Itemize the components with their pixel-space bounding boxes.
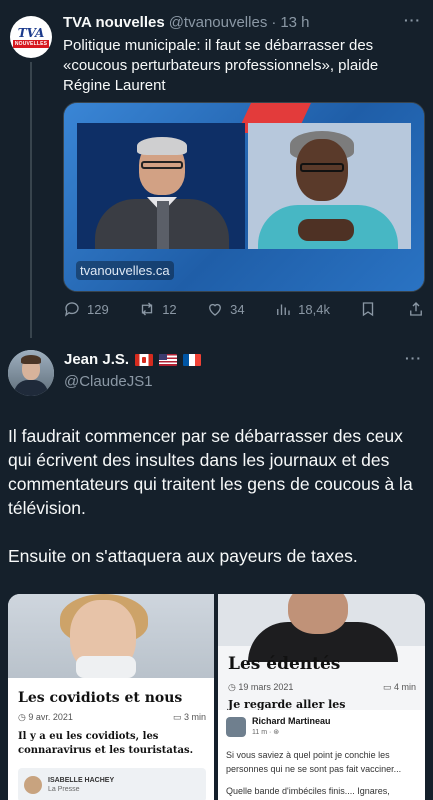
byline-avatar [24, 776, 42, 794]
parent-tweet-header: TVA nouvelles @tvanouvelles · 13 h [63, 14, 413, 31]
parent-timestamp[interactable]: 13 h [280, 14, 309, 31]
reply-button[interactable]: 129 [63, 300, 109, 318]
post-text-paragraph-1: Si vous saviez à quel point je conchie l… [226, 750, 402, 774]
clock-icon: ◷ [18, 712, 29, 722]
tva-logo: TVA [17, 25, 45, 40]
article1-photo [8, 594, 214, 678]
views-button[interactable]: 18,4k [274, 300, 330, 318]
byline-name: ISABELLE HACHEY [48, 777, 115, 784]
avatar-suit [14, 380, 48, 396]
article2-date-row: ◷ 19 mars 2021 [228, 682, 293, 693]
article1-read-time: 3 min [183, 712, 206, 722]
bookmark-button[interactable] [359, 300, 377, 318]
article2-photo [218, 594, 425, 662]
article2-readtime-row: ▭ 4 min [383, 682, 416, 693]
parent-tweet-text: Politique municipale: il faut se débarra… [63, 37, 379, 94]
article1-meta: ◷ 9 avr. 2021 ▭ 3 min [18, 712, 206, 723]
book-icon: ▭ [172, 712, 184, 722]
flag-canada-icon [135, 353, 154, 366]
parent-author-name[interactable]: TVA nouvelles [63, 14, 165, 31]
card-image-anchor [77, 123, 245, 249]
flag-usa-icon [159, 353, 178, 366]
views-count: 18,4k [298, 301, 330, 317]
card-domain-label: tvanouvelles.ca [76, 261, 174, 280]
reply-tweet-text: Il faudrait commencer par se débarrasser… [8, 424, 428, 568]
tweet-actions: 129 12 34 18,4k [63, 300, 425, 318]
reply-more-options-icon[interactable]: ··· [405, 350, 422, 366]
reply-text-paragraph-2: Ensuite on s'attaquera aux payeurs de ta… [8, 546, 358, 566]
like-button[interactable]: 34 [206, 300, 245, 318]
article2-head [288, 594, 348, 634]
avatar-hair [21, 355, 41, 364]
book-icon: ▭ [382, 682, 394, 692]
more-options-icon[interactable]: ··· [404, 12, 421, 28]
reply-author-name-row: Jean J.S. [64, 351, 202, 368]
post-text-paragraph-2: Quelle bande d'imbéciles finis.... Ignar… [226, 786, 390, 796]
guest-glasses [300, 163, 344, 172]
heart-icon [209, 303, 222, 316]
thread-line [30, 62, 32, 338]
views-chart-icon [277, 304, 290, 315]
anchor-tie [157, 201, 169, 249]
post-author-name: Richard Martineau [252, 716, 331, 726]
article1-lede: Il y a eu les covidiots, les connaraviru… [18, 731, 194, 756]
post-meta: 11 m · ⊛ [252, 729, 280, 736]
attached-image-article-2[interactable]: Les édentés ◷ 19 mars 2021 ▭ 4 min Je re… [218, 594, 425, 710]
retweet-icon [142, 302, 153, 316]
flag-france-icon [183, 353, 202, 366]
article2-date: 19 mars 2021 [238, 682, 294, 692]
like-count: 34 [230, 301, 245, 317]
parent-author-handle[interactable]: @tvanouvelles [169, 14, 268, 31]
post-author-avatar [226, 717, 246, 737]
retweet-count: 12 [162, 301, 177, 317]
article2-read-time: 4 min [393, 682, 416, 692]
reply-author-name[interactable]: Jean J.S. [64, 351, 129, 368]
article1-title: Les covidiots et nous [18, 690, 183, 706]
article1-date-row: ◷ 9 avr. 2021 [18, 712, 73, 723]
bookmark-icon [363, 302, 374, 317]
post-text: Si vous saviez à quel point je conchie l… [226, 748, 422, 798]
clock-icon: ◷ [228, 682, 239, 692]
article2-title: Les édentés [228, 654, 341, 674]
reply-text-paragraph-1: Il faudrait commencer par se débarrasser… [8, 426, 413, 518]
share-button[interactable] [407, 300, 425, 318]
anchor-hair [137, 137, 187, 155]
tva-avatar[interactable]: TVA NOUVELLES [10, 16, 52, 58]
anchor-glasses [141, 161, 183, 169]
article1-date: 9 avr. 2021 [28, 712, 73, 722]
card-image-guest [248, 123, 411, 249]
reply-count: 129 [87, 301, 109, 317]
guest-hands [298, 219, 354, 241]
article1-byline: ISABELLE HACHEY La Presse [18, 768, 206, 800]
share-icon [410, 302, 422, 316]
reply-icon [64, 302, 79, 317]
attached-image-article-1[interactable]: Les covidiots et nous ◷ 9 avr. 2021 ▭ 3 … [8, 594, 214, 800]
tva-logo-sub: NOUVELLES [12, 39, 50, 48]
byline-org: La Presse [48, 786, 80, 793]
article1-readtime-row: ▭ 3 min [173, 712, 206, 723]
reply-author-avatar[interactable] [8, 350, 54, 396]
article2-cut-text: Je regarde aller les [228, 698, 346, 710]
dot-separator: · [271, 14, 277, 31]
reply-author-handle[interactable]: @ClaudeJS1 [64, 373, 153, 390]
article1-collar [76, 656, 136, 678]
link-card[interactable]: tvanouvelles.ca [63, 102, 425, 292]
article2-meta: ◷ 19 mars 2021 ▭ 4 min [228, 682, 416, 693]
retweet-button[interactable]: 12 [138, 300, 177, 318]
attached-image-facebook-post[interactable]: Richard Martineau 11 m · ⊛ Si vous savie… [218, 710, 425, 800]
